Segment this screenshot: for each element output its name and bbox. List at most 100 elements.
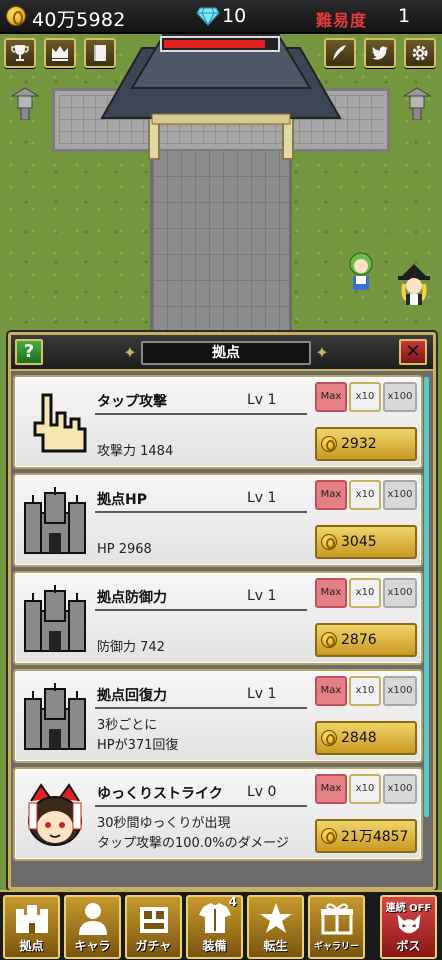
upgrade-card-base-defense: 拠点防御力 Lv 1 防御力 742 Max x10 x100 2876 xyxy=(13,571,423,665)
diamond-icon xyxy=(196,7,220,26)
buy-x100-button[interactable]: x100 xyxy=(383,578,417,608)
coin-icon xyxy=(321,632,337,648)
nav-rebirth[interactable]: 転生 xyxy=(247,895,304,959)
upgrade-desc: 3秒ごとに xyxy=(97,718,158,733)
divider xyxy=(95,805,307,807)
gem-amount: 10 xyxy=(222,5,247,27)
nav-boss[interactable]: 連続 OFF ボス xyxy=(380,895,437,959)
coin-icon xyxy=(321,730,337,746)
base-hp-fill xyxy=(164,40,265,48)
gift-box-icon xyxy=(321,903,353,935)
buy-x10-button[interactable]: x10 xyxy=(349,676,381,706)
upgrade-desc: 攻撃力 1484 xyxy=(97,444,174,459)
gear-icon xyxy=(412,45,428,61)
armor-icon xyxy=(199,903,231,933)
buy-x100-button[interactable]: x100 xyxy=(383,774,417,804)
upgrade-name: 拠点回復力 xyxy=(97,688,167,704)
buy-x100-button[interactable]: x100 xyxy=(383,676,417,706)
upgrade-cost: 2848 xyxy=(341,730,377,746)
feather-icon xyxy=(332,45,346,62)
help-button[interactable]: ? xyxy=(15,339,43,365)
buy-max-button[interactable]: Max xyxy=(315,382,347,412)
diary-button[interactable] xyxy=(324,38,356,68)
gold-amount: 40万5982 xyxy=(32,9,126,31)
buy-upgrade-button[interactable]: 2932 xyxy=(315,427,417,461)
gold-coin-icon xyxy=(6,6,26,26)
sanae-character[interactable] xyxy=(346,250,376,292)
upgrade-level: Lv 1 xyxy=(247,686,277,702)
yukkuri-icon xyxy=(28,783,82,846)
upgrade-desc: 30秒間ゆっくりが出現 xyxy=(97,816,231,831)
buy-x10-button[interactable]: x10 xyxy=(349,382,381,412)
marisa-character[interactable] xyxy=(396,264,432,306)
castle-icon xyxy=(24,487,86,554)
upgrade-card-tap-attack: タップ攻撃 Lv 1 攻撃力 1484 Max x10 x100 2932 xyxy=(13,375,423,469)
upgrade-list[interactable]: タップ攻撃 Lv 1 攻撃力 1484 Max x10 x100 2932 拠点… xyxy=(13,375,425,887)
buy-x10-button[interactable]: x10 xyxy=(349,480,381,510)
difficulty-label: 難易度 xyxy=(316,11,368,30)
divider xyxy=(95,707,307,709)
upgrade-desc-line2: HPが371回復 xyxy=(97,738,179,753)
list-scrollbar[interactable] xyxy=(424,377,429,817)
nav-gacha[interactable]: ガチャ xyxy=(125,895,182,959)
upgrade-name: 拠点防御力 xyxy=(97,590,167,606)
star-icon xyxy=(260,903,292,933)
upgrade-cost: 3045 xyxy=(341,534,377,550)
settings-button[interactable] xyxy=(404,38,436,68)
upgrade-level: Lv 1 xyxy=(247,490,277,506)
buy-max-button[interactable]: Max xyxy=(315,676,347,706)
nav-chara[interactable]: キャラ xyxy=(64,895,121,959)
twitter-share-button[interactable] xyxy=(364,38,396,68)
nav-base[interactable]: 拠点 xyxy=(3,895,60,959)
ornament-right-icon: ✦ xyxy=(315,343,329,362)
top-status-bar: 40万5982 10 難易度 1 xyxy=(0,0,442,34)
buy-upgrade-button[interactable]: 2848 xyxy=(315,721,417,755)
close-button[interactable]: ✕ xyxy=(399,339,427,365)
buy-x10-button[interactable]: x10 xyxy=(349,578,381,608)
upgrade-name: タップ攻撃 xyxy=(97,394,167,410)
base-hp-bar xyxy=(160,36,280,52)
achievements-button[interactable] xyxy=(4,38,36,68)
divider xyxy=(95,413,307,415)
nav-label: キャラ xyxy=(74,939,111,953)
bottom-navigation: 拠点 キャラ ガチャ 4 装備 転生 ギャラリー 連続 OFF ボス xyxy=(0,890,442,960)
buy-max-button[interactable]: Max xyxy=(315,480,347,510)
upgrade-desc-line2: タップ攻撃の100.0%のダメージ xyxy=(97,836,289,851)
nav-label: ガチャ xyxy=(135,939,172,953)
twitter-icon xyxy=(372,46,388,60)
stone-lantern-left xyxy=(10,87,40,120)
buy-max-button[interactable]: Max xyxy=(315,578,347,608)
equip-badge: 4 xyxy=(228,895,237,909)
gacha-chest-icon xyxy=(140,907,168,933)
upgrade-desc: 防御力 742 xyxy=(97,640,165,655)
upgrade-level: Lv 1 xyxy=(247,392,277,408)
buy-max-button[interactable]: Max xyxy=(315,774,347,804)
buy-upgrade-button[interactable]: 2876 xyxy=(315,623,417,657)
castle-icon xyxy=(24,683,86,750)
upgrade-card-yukkuri-strike: ゆっくりストライク Lv 0 30秒間ゆっくりが出現 タップ攻撃の100.0%の… xyxy=(13,767,423,861)
buy-x10-button[interactable]: x10 xyxy=(349,774,381,804)
divider xyxy=(95,511,307,513)
nav-label: 拠点 xyxy=(19,939,44,953)
buy-x100-button[interactable]: x100 xyxy=(383,382,417,412)
buy-upgrade-button[interactable]: 3045 xyxy=(315,525,417,559)
nav-gallery[interactable]: ギャラリー xyxy=(308,895,365,959)
upgrade-level: Lv 0 xyxy=(247,784,277,800)
castle-icon xyxy=(16,905,48,933)
trophy-icon xyxy=(11,45,29,61)
upgrade-card-base-hp: 拠点HP Lv 1 HP 2968 Max x10 x100 3045 xyxy=(13,473,423,567)
nav-equip[interactable]: 4 装備 xyxy=(186,895,243,959)
coin-icon xyxy=(321,828,337,844)
buy-x100-button[interactable]: x100 xyxy=(383,480,417,510)
demon-mask-icon xyxy=(397,914,421,934)
upgrade-name: 拠点HP xyxy=(97,492,147,508)
buy-upgrade-button[interactable]: 21万4857 xyxy=(315,819,417,853)
guide-book-button[interactable] xyxy=(84,38,116,68)
ornament-left-icon: ✦ xyxy=(123,343,137,362)
upgrade-card-base-recovery: 拠点回復力 Lv 1 3秒ごとに HPが371回復 Max x10 x100 2… xyxy=(13,669,423,763)
ranking-button[interactable] xyxy=(44,38,76,68)
upgrade-level: Lv 1 xyxy=(247,588,277,604)
divider xyxy=(95,609,307,611)
panel-title: 拠点 xyxy=(141,341,311,365)
base-upgrade-panel: ? ✦ 拠点 ✦ ✕ タップ攻撃 Lv 1 攻撃力 1484 Max x10 x… xyxy=(8,332,436,890)
